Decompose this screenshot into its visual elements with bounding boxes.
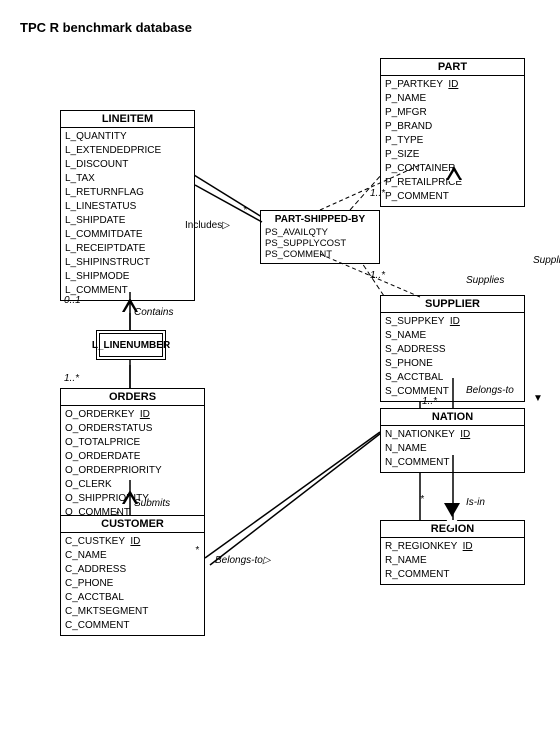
customer-entity: CUSTOMER C_CUSTKEY ID C_NAME C_ADDRESS C… <box>60 515 205 636</box>
nation-header: NATION <box>381 409 524 426</box>
isin-triangle <box>444 503 460 517</box>
isin-label: Is-in <box>466 497 485 508</box>
nation-entity: NATION N_NATIONKEY ID N_NAME N_COMMENT <box>380 408 525 473</box>
partshippedby-rel: PART-SHIPPED-BY PS_AVAILQTY PS_SUPPLYCOS… <box>260 210 380 264</box>
contains-label: Contains <box>134 307 173 318</box>
supplies-right-label: Supplies <box>466 275 504 286</box>
card-lineitem-orders-01: 0..1 <box>64 295 81 306</box>
orders-header: ORDERS <box>61 389 204 406</box>
card-supplier-nation: 1..* <box>422 396 437 407</box>
lineitem-body: L_QUANTITY L_EXTENDEDPRICE L_DISCOUNT L_… <box>61 128 194 300</box>
lineitem-header: LINEITEM <box>61 111 194 128</box>
belongs-to-customer-label: Belongs-to▷ <box>215 555 271 566</box>
card-orders-lineitem: 1..* <box>64 373 79 384</box>
card-supplier-psb: 1..* <box>370 270 385 281</box>
part-header: PART <box>381 59 524 76</box>
card-customer-nation: * <box>195 545 199 556</box>
region-entity: REGION R_REGIONKEY ID R_NAME R_COMMENT <box>380 520 525 585</box>
customer-header: CUSTOMER <box>61 516 204 533</box>
belongs-to-supplier-label: Belongs-to <box>466 385 514 396</box>
part-body: P_PARTKEY ID P_NAME P_MFGR P_BRAND P_TYP… <box>381 76 524 206</box>
customer-body: C_CUSTKEY ID C_NAME C_ADDRESS C_PHONE C_… <box>61 533 204 635</box>
card-part-psb: 1..* <box>370 188 385 199</box>
submits-label: Submits <box>134 498 170 509</box>
includes-label: Includes▷ <box>185 220 230 231</box>
supplies-triangle <box>446 166 462 180</box>
page-title: TPC R benchmark database <box>20 20 192 35</box>
region-body: R_REGIONKEY ID R_NAME R_COMMENT <box>381 538 524 584</box>
nation-body: N_NATIONKEY ID N_NAME N_COMMENT <box>381 426 524 472</box>
supplier-header: SUPPLIER <box>381 296 524 313</box>
card-nation-region: * <box>420 494 424 505</box>
card-lineitem-psb: * <box>243 205 247 216</box>
supplies-label: Supplies <box>533 255 560 266</box>
part-entity: PART P_PARTKEY ID P_NAME P_MFGR P_BRAND … <box>380 58 525 207</box>
lineitem-entity: LINEITEM L_QUANTITY L_EXTENDEDPRICE L_DI… <box>60 110 195 301</box>
